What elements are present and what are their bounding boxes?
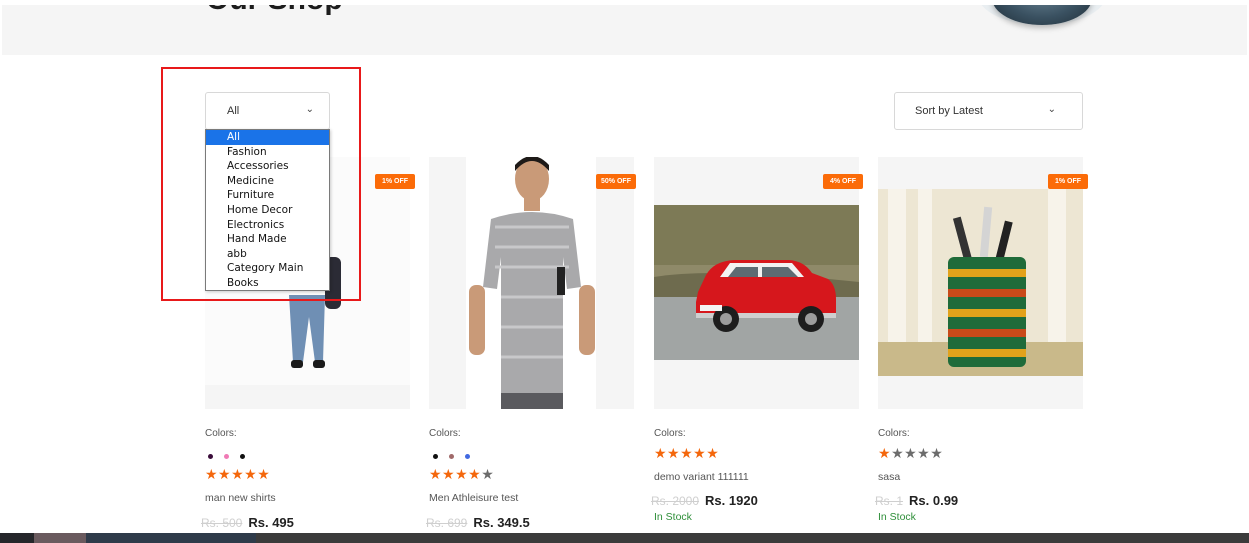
page-title: Our Shop: [206, 5, 343, 17]
color-swatch[interactable]: [224, 454, 229, 459]
product-name[interactable]: Men Athleisure test: [429, 492, 518, 504]
chevron-down-icon: ⌄: [1047, 104, 1056, 115]
product-image-demo-variant[interactable]: [654, 157, 859, 409]
color-swatch[interactable]: [449, 454, 454, 459]
stock-status: In Stock: [654, 511, 692, 523]
price-row: Rs. 699 Rs. 349.5: [426, 514, 530, 532]
category-option-all[interactable]: All: [206, 130, 329, 145]
stock-status: In Stock: [878, 511, 916, 523]
category-option-category-main[interactable]: Category Main: [206, 261, 329, 276]
rating-stars: ★★★★★: [878, 445, 944, 461]
category-select-value: All: [227, 105, 240, 117]
discount-badge: 1% OFF: [1048, 174, 1088, 189]
taskbar-app[interactable]: [86, 533, 256, 543]
rating-stars: ★★★★★: [654, 445, 720, 461]
category-option-abb[interactable]: abb: [206, 247, 329, 262]
colors-label: Colors:: [429, 428, 461, 439]
page-hero: Our Shop: [2, 5, 1247, 55]
current-price: Rs. 349.5: [473, 515, 530, 530]
category-option-home-decor[interactable]: Home Decor: [206, 203, 329, 218]
category-option-electronics[interactable]: Electronics: [206, 218, 329, 233]
old-price: Rs. 699: [426, 516, 468, 530]
price-row: Rs. 2000 Rs. 1920: [651, 492, 758, 510]
product-photo-pen-holder: [878, 189, 1083, 376]
chevron-down-icon: ⌄: [305, 104, 314, 115]
product-name[interactable]: demo variant 111111: [654, 471, 749, 483]
product-photo-tshirt-model: [466, 157, 596, 409]
current-price: Rs. 1920: [705, 493, 758, 508]
category-option-accessories[interactable]: Accessories: [206, 159, 329, 174]
sort-select-value: Sort by Latest: [915, 105, 983, 117]
product-image-men-athleisure[interactable]: [429, 157, 634, 409]
product-name[interactable]: sasa: [878, 471, 900, 483]
hero-speaker-image: [992, 5, 1092, 25]
category-dropdown-list[interactable]: All Fashion Accessories Medicine Furnitu…: [205, 129, 330, 291]
rating-stars: ★★★★★: [429, 466, 495, 482]
product-name[interactable]: man new shirts: [205, 492, 276, 504]
category-option-hand-made[interactable]: Hand Made: [206, 232, 329, 247]
price-row: Rs. 500 Rs. 495: [201, 514, 294, 532]
colors-label: Colors:: [878, 428, 910, 439]
colors-label: Colors:: [654, 428, 686, 439]
color-swatches: [433, 454, 470, 462]
old-price: Rs. 500: [201, 516, 243, 530]
category-option-furniture[interactable]: Furniture: [206, 188, 329, 203]
product-image-sasa[interactable]: [878, 157, 1083, 409]
color-swatches: [208, 454, 245, 462]
rating-stars: ★★★★★: [205, 466, 271, 482]
category-option-medicine[interactable]: Medicine: [206, 174, 329, 189]
color-swatch[interactable]: [433, 454, 438, 459]
category-option-books[interactable]: Books: [206, 276, 329, 291]
discount-badge: 4% OFF: [823, 174, 863, 189]
current-price: Rs. 495: [248, 515, 294, 530]
taskbar-app[interactable]: [34, 533, 86, 543]
old-price: Rs. 2000: [651, 494, 700, 508]
taskbar-start[interactable]: [0, 533, 34, 543]
product-photo-red-car: [654, 205, 859, 360]
old-price: Rs. 1: [875, 494, 904, 508]
discount-badge: 1% OFF: [375, 174, 415, 189]
color-swatch[interactable]: [208, 454, 213, 459]
category-select[interactable]: All ⌄: [205, 92, 330, 130]
color-swatch[interactable]: [240, 454, 245, 459]
current-price: Rs. 0.99: [909, 493, 959, 508]
os-taskbar: [0, 533, 1249, 543]
category-option-fashion[interactable]: Fashion: [206, 145, 329, 160]
price-row: Rs. 1 Rs. 0.99: [875, 492, 958, 510]
colors-label: Colors:: [205, 428, 237, 439]
sort-select[interactable]: Sort by Latest ⌄: [894, 92, 1083, 130]
color-swatch[interactable]: [465, 454, 470, 459]
discount-badge: 50% OFF: [596, 174, 636, 189]
